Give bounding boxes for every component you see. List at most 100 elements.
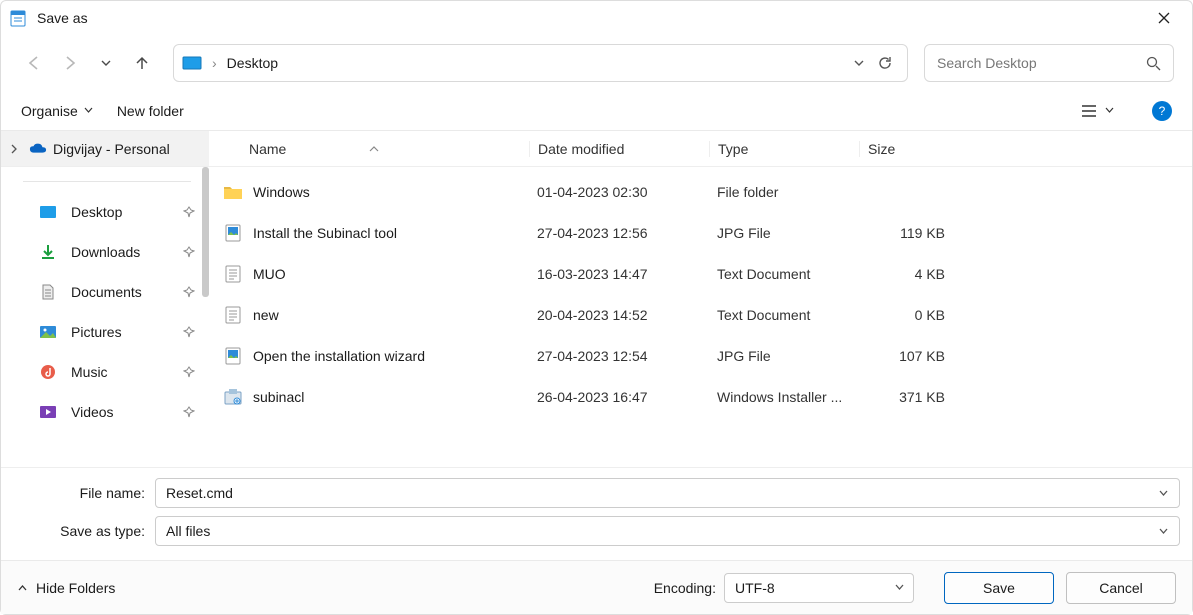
file-size: 4 KB: [859, 266, 959, 282]
msi-icon: [223, 387, 243, 407]
file-date: 27-04-2023 12:56: [529, 225, 709, 241]
savetype-label: Save as type:: [13, 523, 155, 539]
sidebar: Digvijay - Personal Desktop Downloads Do…: [1, 131, 209, 467]
address-dropdown[interactable]: [853, 57, 865, 69]
sidebar-item-documents[interactable]: Documents: [1, 272, 209, 312]
onedrive-label: Digvijay - Personal: [53, 141, 170, 157]
forward-button[interactable]: [55, 48, 85, 78]
savetype-value: All files: [166, 523, 210, 539]
column-type[interactable]: Type: [709, 141, 859, 157]
refresh-button[interactable]: [871, 55, 899, 71]
file-size: 119 KB: [859, 225, 959, 241]
file-name: Windows: [253, 184, 310, 200]
sidebar-item-label: Desktop: [71, 204, 122, 220]
file-type: Text Document: [709, 307, 859, 323]
file-size: 0 KB: [859, 307, 959, 323]
chevron-right-icon: ›: [212, 55, 217, 71]
filename-input[interactable]: Reset.cmd: [155, 478, 1180, 508]
file-name: MUO: [253, 266, 286, 282]
search-placeholder: Search Desktop: [937, 55, 1146, 71]
save-button[interactable]: Save: [944, 572, 1054, 604]
pin-icon: [183, 246, 195, 258]
breadcrumb-desktop[interactable]: Desktop: [227, 55, 847, 71]
save-label: Save: [983, 580, 1015, 596]
sidebar-separator: [23, 181, 191, 182]
savetype-select[interactable]: All files: [155, 516, 1180, 546]
txt-icon: [223, 264, 243, 284]
file-name: Open the installation wizard: [253, 348, 425, 364]
cancel-label: Cancel: [1099, 580, 1143, 596]
notepad-icon: [9, 9, 27, 27]
chevron-down-icon[interactable]: [1158, 526, 1169, 537]
desktop-icon: [39, 203, 57, 221]
sidebar-item-pictures[interactable]: Pictures: [1, 312, 209, 352]
column-date[interactable]: Date modified: [529, 141, 709, 157]
recent-dropdown[interactable]: [91, 48, 121, 78]
onedrive-tree-item[interactable]: Digvijay - Personal: [1, 131, 209, 167]
file-row[interactable]: Windows 01-04-2023 02:30 File folder: [209, 171, 1192, 212]
file-list: Windows 01-04-2023 02:30 File folder Ins…: [209, 167, 1192, 467]
search-icon: [1146, 56, 1161, 71]
organise-menu[interactable]: Organise: [21, 103, 93, 119]
chevron-down-icon: [894, 582, 905, 593]
file-date: 16-03-2023 14:47: [529, 266, 709, 282]
view-menu[interactable]: [1081, 104, 1114, 118]
file-row[interactable]: Open the installation wizard 27-04-2023 …: [209, 335, 1192, 376]
column-size[interactable]: Size: [859, 141, 959, 157]
file-name: Install the Subinacl tool: [253, 225, 397, 241]
file-name: subinacl: [253, 389, 304, 405]
encoding-select[interactable]: UTF-8: [724, 573, 914, 603]
titlebar: Save as: [1, 1, 1192, 35]
sidebar-item-videos[interactable]: Videos: [1, 392, 209, 432]
footer: Hide Folders Encoding: UTF-8 Save Cancel: [1, 560, 1192, 614]
hide-folders-label: Hide Folders: [36, 580, 115, 596]
search-input[interactable]: Search Desktop: [924, 44, 1174, 82]
jpg-icon: [223, 223, 243, 243]
chevron-down-icon: [1105, 106, 1114, 115]
column-name[interactable]: Name: [209, 141, 529, 157]
jpg-icon: [223, 346, 243, 366]
sidebar-item-label: Downloads: [71, 244, 140, 260]
file-date: 27-04-2023 12:54: [529, 348, 709, 364]
address-bar[interactable]: › Desktop: [173, 44, 908, 82]
hide-folders-button[interactable]: Hide Folders: [17, 580, 115, 596]
file-date: 01-04-2023 02:30: [529, 184, 709, 200]
file-pane: Name Date modified Type Size Windows 01-…: [209, 131, 1192, 467]
desktop-crumb-icon: [182, 55, 202, 71]
close-button[interactable]: [1144, 3, 1184, 33]
downloads-icon: [39, 243, 57, 261]
file-type: Text Document: [709, 266, 859, 282]
file-row[interactable]: Install the Subinacl tool 27-04-2023 12:…: [209, 212, 1192, 253]
filename-value: Reset.cmd: [166, 485, 233, 501]
nav-row: › Desktop Search Desktop: [1, 35, 1192, 91]
back-button[interactable]: [19, 48, 49, 78]
file-date: 26-04-2023 16:47: [529, 389, 709, 405]
up-button[interactable]: [127, 48, 157, 78]
file-row[interactable]: new 20-04-2023 14:52 Text Document 0 KB: [209, 294, 1192, 335]
file-size: 371 KB: [859, 389, 959, 405]
txt-icon: [223, 305, 243, 325]
sidebar-item-desktop[interactable]: Desktop: [1, 192, 209, 232]
help-button[interactable]: ?: [1152, 101, 1172, 121]
sidebar-item-label: Pictures: [71, 324, 122, 340]
pin-icon: [183, 326, 195, 338]
encoding-label: Encoding:: [654, 580, 716, 596]
cancel-button[interactable]: Cancel: [1066, 572, 1176, 604]
sidebar-item-music[interactable]: Music: [1, 352, 209, 392]
sidebar-scrollbar[interactable]: [202, 167, 209, 297]
column-header: Name Date modified Type Size: [209, 131, 1192, 167]
videos-icon: [39, 403, 57, 421]
sidebar-item-label: Music: [71, 364, 108, 380]
file-row[interactable]: MUO 16-03-2023 14:47 Text Document 4 KB: [209, 253, 1192, 294]
file-row[interactable]: subinacl 26-04-2023 16:47 Windows Instal…: [209, 376, 1192, 417]
file-name: new: [253, 307, 279, 323]
sidebar-item-downloads[interactable]: Downloads: [1, 232, 209, 272]
sort-indicator-icon: [369, 145, 379, 153]
chevron-down-icon[interactable]: [1158, 488, 1169, 499]
chevron-right-icon[interactable]: [9, 144, 23, 154]
onedrive-icon: [29, 140, 47, 158]
file-type: JPG File: [709, 348, 859, 364]
new-folder-button[interactable]: New folder: [117, 103, 184, 119]
sidebar-item-label: Documents: [71, 284, 142, 300]
chevron-up-icon: [17, 582, 28, 593]
